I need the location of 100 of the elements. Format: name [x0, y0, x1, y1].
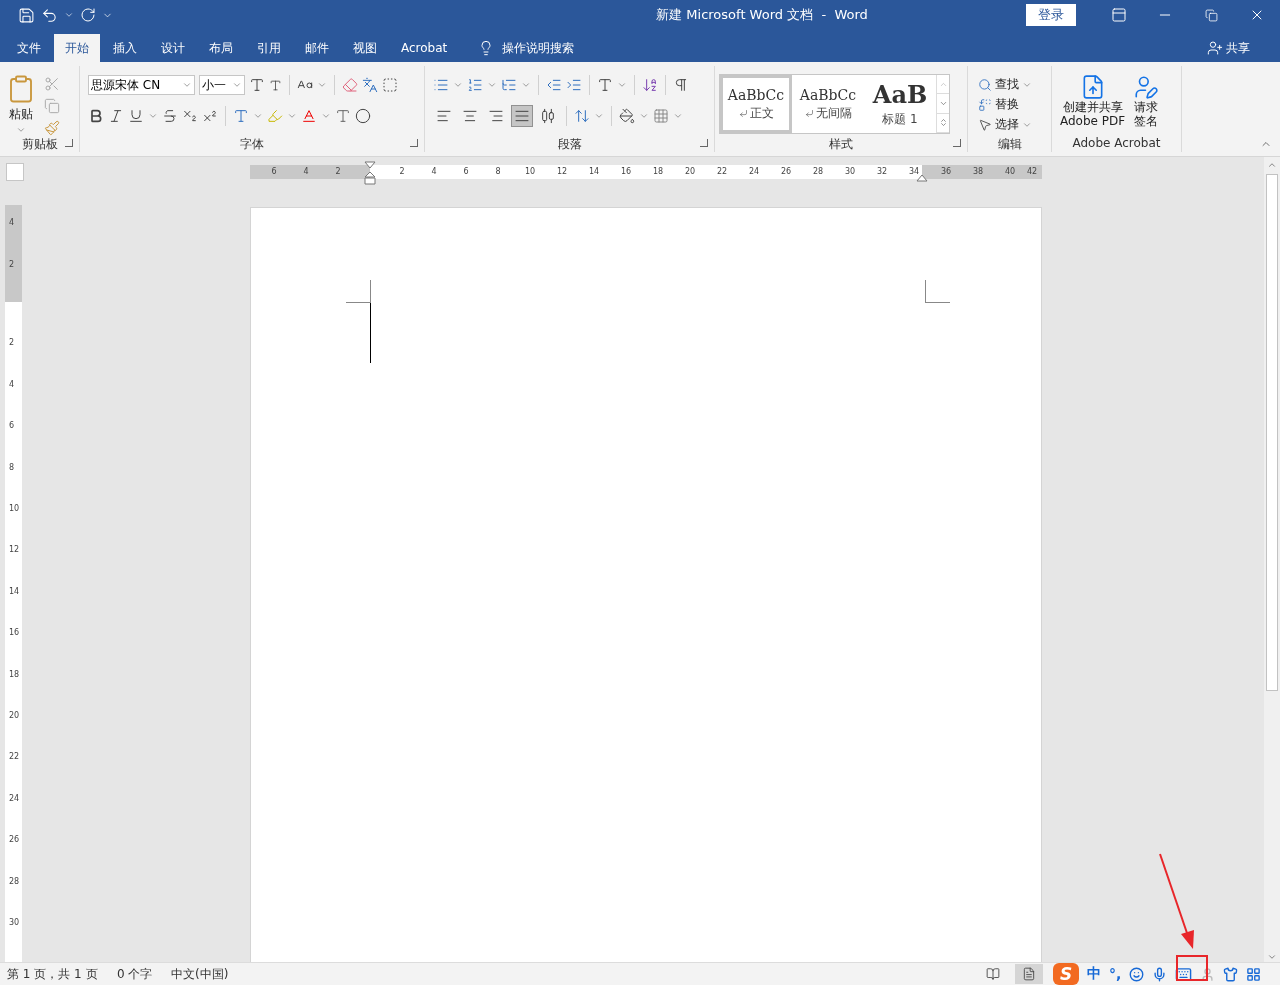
paintbrush-icon[interactable]	[44, 120, 60, 136]
strikethrough-icon[interactable]	[162, 108, 178, 124]
caret-icon[interactable]	[64, 10, 74, 20]
undo-icon[interactable]	[41, 6, 58, 24]
signature-icon[interactable]	[1133, 74, 1160, 100]
font-name-field[interactable]: 思源宋体 CN	[88, 75, 195, 95]
right-indent-marker-icon[interactable]	[916, 174, 928, 182]
eraser-icon[interactable]	[342, 77, 358, 93]
paste-button[interactable]: 粘贴	[4, 74, 38, 136]
indent-marker-icon[interactable]	[364, 161, 376, 187]
numbering-icon[interactable]	[467, 77, 483, 93]
smile-icon[interactable]	[1129, 966, 1145, 982]
paint-bucket-icon[interactable]	[619, 108, 635, 124]
user-add-icon[interactable]	[1207, 40, 1223, 56]
line-spacing-icon[interactable]	[574, 108, 590, 124]
ruler-number: 30	[844, 167, 856, 177]
scroll-thumb[interactable]	[1266, 174, 1278, 691]
style-item[interactable]: AaBbCc 正文	[720, 75, 792, 133]
font-color-icon[interactable]	[301, 108, 317, 124]
pointer-icon[interactable]	[978, 117, 992, 132]
ribbon-tab[interactable]: 插入	[102, 34, 148, 62]
ribbon-tab[interactable]: 开始	[54, 34, 100, 62]
ime-mode[interactable]: 中	[1087, 965, 1101, 983]
ruler-number: 28	[812, 167, 824, 177]
ruler-number: 10	[524, 167, 536, 177]
ruler-number: 38	[972, 167, 984, 177]
ruler-number: 34	[908, 167, 920, 177]
launcher-icon[interactable]	[410, 139, 418, 147]
underline-icon[interactable]	[128, 108, 144, 124]
ruler-number: 4	[9, 379, 15, 390]
ribbon-tab[interactable]: 引用	[246, 34, 292, 62]
create-button[interactable]: 创建并共享 Adobe PDF	[1056, 74, 1130, 136]
sort-icon[interactable]	[642, 77, 658, 93]
ruler-number: 36	[940, 167, 952, 177]
sign-button[interactable]: 请求 签名	[1129, 74, 1164, 136]
ruler-number: 20	[9, 711, 20, 721]
italic-icon[interactable]	[108, 108, 124, 124]
ruler-number: 14	[9, 586, 20, 597]
ribbon-tab[interactable]: 布局	[198, 34, 244, 62]
save-icon[interactable]	[18, 6, 35, 24]
ruler-number: 6	[271, 167, 277, 177]
scroll-down-icon[interactable]	[938, 99, 948, 108]
find-button[interactable]: 查找	[978, 76, 1032, 93]
paragraph-mark-icon	[804, 108, 814, 118]
word-count[interactable]: 0 个字	[117, 965, 171, 983]
launcher-icon[interactable]	[700, 139, 708, 147]
punctuation-mode[interactable]: °,	[1109, 966, 1122, 982]
crop-mark	[925, 280, 950, 303]
print-view-icon[interactable]	[1022, 967, 1036, 981]
superscript-icon[interactable]	[202, 108, 218, 124]
replace-button[interactable]: 替换	[978, 96, 1032, 113]
font-size-field[interactable]: 小一	[199, 75, 245, 95]
search-icon[interactable]	[978, 77, 992, 92]
group-label: 剪贴板	[21, 137, 58, 151]
launcher-icon[interactable]	[953, 139, 961, 147]
login-button[interactable]: 登录	[1026, 4, 1076, 26]
scroll-up-icon[interactable]	[1267, 160, 1277, 170]
restore-icon[interactable]	[1204, 8, 1218, 22]
ribbon-tab[interactable]: Acrobat	[390, 34, 459, 62]
print-view-button[interactable]	[1015, 964, 1043, 984]
bold-icon[interactable]	[88, 108, 104, 124]
increase-indent-icon[interactable]	[566, 77, 582, 93]
microphone-icon[interactable]	[1152, 966, 1168, 982]
scissors-icon[interactable]	[44, 76, 60, 92]
character-border-icon[interactable]	[382, 77, 398, 93]
borders-icon[interactable]	[653, 108, 669, 124]
ribbon-tab[interactable]: 邮件	[294, 34, 340, 62]
decrease-indent-icon[interactable]	[546, 77, 562, 93]
user-icon[interactable]	[1200, 966, 1216, 982]
ruler-number: 26	[9, 835, 20, 846]
ruler-number: 18	[9, 669, 20, 680]
vertical-scrollbar[interactable]	[1264, 157, 1280, 962]
page-count[interactable]: 第 1 页，共 1 页	[7, 965, 117, 983]
tell-me-search[interactable]: 操作说明搜索	[472, 34, 581, 62]
share-button[interactable]: 共享	[1201, 34, 1256, 62]
launcher-icon[interactable]	[65, 139, 73, 147]
shirt-icon[interactable]	[1223, 966, 1239, 982]
language-status[interactable]: 中文(中国)	[171, 965, 971, 983]
ribbon-tab[interactable]: 设计	[150, 34, 196, 62]
ruler-number: 42	[1026, 167, 1038, 177]
phonetic-guide-icon[interactable]	[362, 77, 378, 93]
redo-icon[interactable]	[80, 7, 96, 23]
subscript-icon[interactable]	[182, 108, 198, 124]
grid-icon[interactable]	[1246, 966, 1262, 982]
ribbon-tab[interactable]: 视图	[342, 34, 388, 62]
scroll-down-icon[interactable]	[1267, 952, 1277, 962]
ruler-number: 2	[9, 260, 15, 270]
group-label: 字体	[240, 137, 264, 151]
select-button[interactable]: 选择	[978, 116, 1032, 133]
pilcrow-icon[interactable]	[673, 77, 689, 93]
more-icon[interactable]	[938, 118, 948, 128]
bullets-icon[interactable]	[433, 77, 449, 93]
multilevel-list-icon[interactable]	[501, 77, 517, 93]
ruler-number: 2	[9, 338, 15, 349]
ribbon-tab[interactable]: 文件	[6, 34, 52, 62]
read-view-icon[interactable]	[986, 967, 1000, 981]
ribbon-display-icon[interactable]	[1111, 7, 1127, 23]
replace-icon[interactable]	[978, 97, 992, 112]
group-label: 样式	[829, 137, 853, 151]
ruler-number: 2	[399, 167, 405, 177]
